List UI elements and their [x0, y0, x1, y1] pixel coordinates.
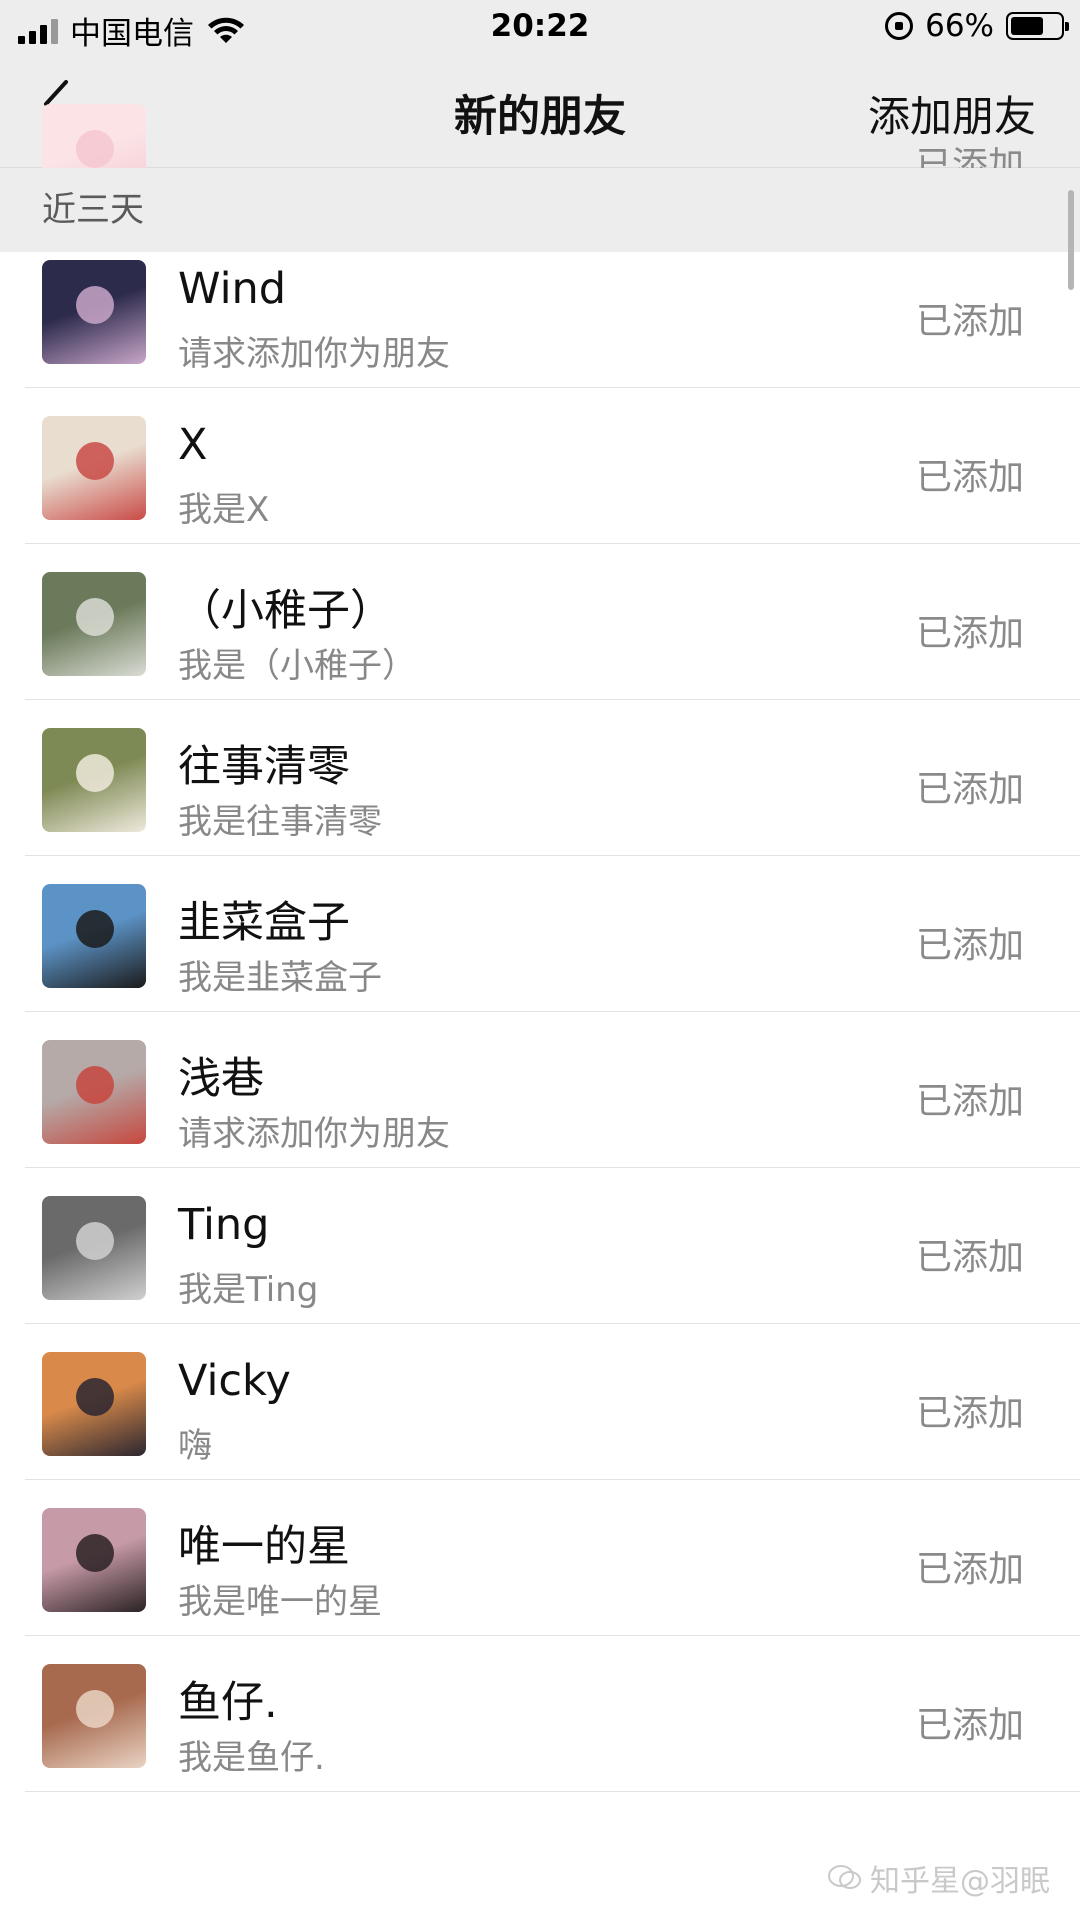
friend-request-row[interactable]: Vicky 嗨 已添加	[0, 1324, 1080, 1480]
friend-request-row[interactable]: Wind 请求添加你为朋友 已添加	[0, 232, 1080, 388]
avatar-figure	[76, 130, 114, 168]
request-message: 我是Ting	[178, 1270, 319, 1310]
requester-name: （小稚子）	[178, 586, 393, 636]
added-status: 已添加	[915, 1393, 1024, 1434]
added-status: 已添加	[915, 925, 1024, 966]
avatar[interactable]	[42, 1040, 146, 1144]
added-status: 已添加	[915, 301, 1024, 342]
friend-request-row[interactable]: X 我是X 已添加	[0, 388, 1080, 544]
requester-name: 韭菜盒子	[178, 898, 350, 948]
request-message: 我是X	[178, 490, 270, 530]
system-indicators: 66%	[885, 8, 1069, 44]
row-divider	[25, 1791, 1080, 1792]
added-status: 已添加	[915, 457, 1024, 498]
avatar[interactable]	[42, 416, 146, 520]
avatar[interactable]	[42, 1664, 146, 1768]
wechat-logo-icon	[828, 1865, 861, 1889]
added-status: 已添加	[915, 1081, 1024, 1122]
requester-name: 唯一的星	[178, 1522, 350, 1572]
added-status: 已添加	[915, 1705, 1024, 1746]
avatar[interactable]	[42, 884, 146, 988]
request-message: 请求添加你为朋友	[178, 334, 450, 374]
avatar[interactable]	[42, 1508, 146, 1612]
request-message: 我是（小稚子）	[178, 646, 416, 686]
avatar-figure	[76, 442, 114, 480]
avatar-figure	[76, 598, 114, 636]
added-status: 已添加	[915, 769, 1024, 810]
orientation-lock-icon	[885, 12, 914, 40]
friend-request-row[interactable]: 唯一的星我是唯一的星 已添加	[0, 1480, 1080, 1636]
battery-icon	[1006, 12, 1069, 40]
requester-name: Wind	[178, 264, 287, 314]
requester-name: 鱼仔.	[178, 1678, 278, 1728]
avatar-figure	[76, 1690, 114, 1728]
avatar[interactable]	[42, 1352, 146, 1456]
request-message: 嗨	[178, 1426, 212, 1466]
request-message: 我是往事清零	[178, 802, 382, 842]
battery-fill	[1011, 17, 1043, 35]
requester-name: 浅巷	[178, 1054, 264, 1104]
friend-request-row[interactable]: Ting 我是Ting 已添加	[0, 1168, 1080, 1324]
requester-name: Vicky	[178, 1356, 291, 1406]
avatar-figure	[76, 1534, 114, 1572]
friend-request-row[interactable]: 韭菜盒子我是韭菜盒子 已添加	[0, 856, 1080, 1012]
avatar-figure	[76, 1222, 114, 1260]
avatar-figure	[76, 286, 114, 324]
requester-name: 往事清零	[178, 742, 350, 792]
avatar[interactable]	[42, 728, 146, 832]
friend-request-row[interactable]: 往事清零我是往事清零 已添加	[0, 700, 1080, 856]
section-header-recent: 近三天	[0, 168, 1080, 252]
avatar-figure	[76, 754, 114, 792]
watermark: 知乎星@羽眠	[828, 1856, 1050, 1900]
avatar[interactable]	[42, 1196, 146, 1300]
friend-request-row[interactable]: （小稚子） 我是（小稚子） 已添加	[0, 544, 1080, 700]
added-status: 已添加	[915, 613, 1024, 654]
avatar-figure	[76, 1066, 114, 1104]
friend-request-row[interactable]: 鱼仔. 我是鱼仔. 已添加	[0, 1636, 1080, 1792]
avatar-figure	[76, 1378, 114, 1416]
avatar[interactable]	[42, 260, 146, 364]
avatar[interactable]	[42, 572, 146, 676]
battery-percent: 66%	[925, 8, 994, 44]
friend-request-row[interactable]: 浅巷请求添加你为朋友 已添加	[0, 1012, 1080, 1168]
watermark-text: 知乎星@羽眠	[870, 1864, 1050, 1899]
avatar-figure	[76, 910, 114, 948]
scrollbar[interactable]	[1068, 190, 1074, 290]
status-bar: 中国电信 20:22 66%	[0, 0, 1080, 52]
added-status: 已添加	[915, 1237, 1024, 1278]
added-status: 已添加	[915, 1549, 1024, 1590]
request-message: 我是鱼仔.	[178, 1738, 325, 1778]
request-message: 我是唯一的星	[178, 1582, 382, 1622]
request-message: 我是韭菜盒子	[178, 958, 382, 998]
request-message: 请求添加你为朋友	[178, 1114, 450, 1154]
requester-name: Ting	[178, 1200, 270, 1250]
requester-name: X	[178, 420, 208, 470]
